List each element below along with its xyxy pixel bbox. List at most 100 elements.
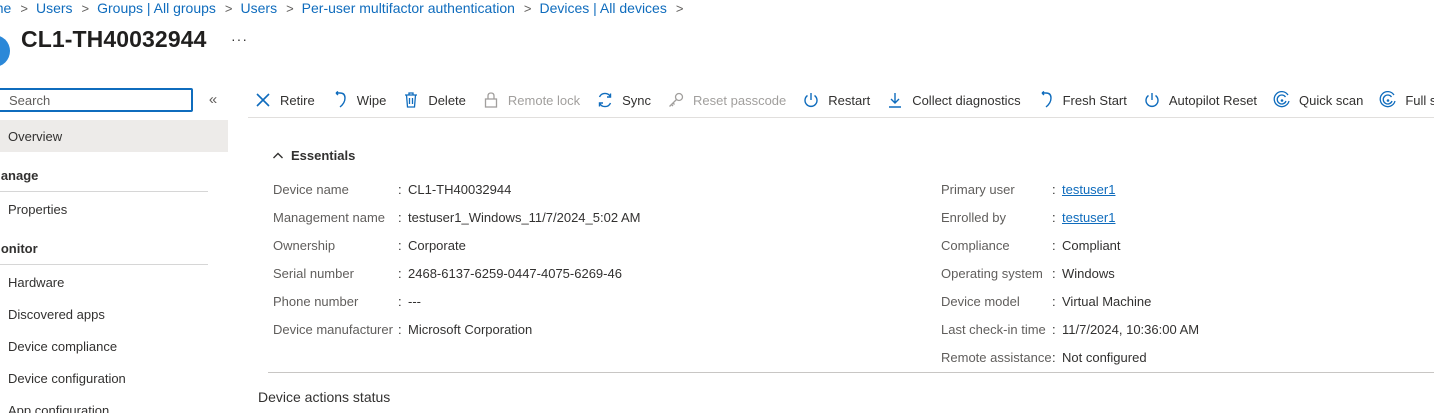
breadcrumb-separator-icon: > [224, 0, 233, 16]
essentials-toggle[interactable]: Essentials [272, 148, 355, 163]
fresh-start-icon [1037, 91, 1055, 109]
download-icon [886, 91, 904, 109]
compliance-label: Compliance [941, 238, 1010, 253]
restart-button[interactable]: Restart [802, 91, 870, 109]
colon-separator: : [398, 182, 402, 197]
primary-user-label: Primary user [941, 182, 1015, 197]
more-options-icon[interactable]: ··· [231, 31, 248, 47]
autopilot-reset-label: Autopilot Reset [1168, 92, 1258, 108]
colon-separator: : [1052, 322, 1056, 337]
retire-label: Retire [280, 92, 315, 108]
search-box[interactable] [0, 88, 193, 112]
fresh-start-button[interactable]: Fresh Start [1037, 91, 1127, 109]
remote-lock-label: Remote lock [507, 92, 581, 108]
colon-separator: : [1052, 350, 1056, 365]
sidebar-item-hardware[interactable]: Hardware [0, 266, 228, 298]
device-name-value: CL1-TH40032944 [408, 182, 512, 197]
reset-passcode-button[interactable]: Reset passcode [667, 91, 786, 109]
sidebar-item-overview[interactable]: Overview [0, 120, 228, 152]
breadcrumb-separator-icon: > [81, 0, 90, 16]
breadcrumb-separator-icon: > [523, 0, 532, 16]
autopilot-reset-button[interactable]: Autopilot Reset [1143, 91, 1257, 109]
management-name-value: testuser1_Windows_11/7/2024_5:02 AM [408, 210, 641, 225]
colon-separator: : [1052, 182, 1056, 197]
colon-separator: : [398, 210, 402, 225]
sync-icon [596, 91, 614, 109]
device-name-label: Device name [273, 182, 349, 197]
sidebar-item-device-configuration[interactable]: Device configuration [0, 362, 228, 394]
search-input[interactable] [0, 90, 191, 110]
serial-number-value: 2468-6137-6259-0447-4075-6269-46 [408, 266, 622, 281]
essentials-label: Essentials [291, 148, 356, 163]
page-title: CL1-TH40032944 [21, 26, 207, 52]
close-icon [254, 91, 272, 109]
operating-system-label: Operating system [941, 266, 1043, 281]
last-check-in-label: Last check-in time [941, 322, 1046, 337]
collect-diagnostics-label: Collect diagnostics [912, 92, 1021, 108]
remote-lock-button[interactable]: Remote lock [482, 91, 580, 109]
command-bar: Retire Wipe Delete Remote lock Sync Rese… [254, 86, 1434, 114]
collect-diagnostics-button[interactable]: Collect diagnostics [886, 91, 1021, 109]
key-icon [667, 91, 685, 109]
breadcrumb-mfa[interactable]: Per-user multifactor authentication [302, 0, 515, 16]
sidebar-item-device-compliance[interactable]: Device compliance [0, 330, 228, 362]
device-overview-page: Home > Users > Groups | All groups > Use… [0, 0, 1434, 413]
trash-icon [402, 91, 420, 109]
primary-user-link[interactable]: testuser1 [1062, 182, 1115, 197]
toolbar-divider [248, 117, 1434, 118]
breadcrumb-users-2[interactable]: Users [241, 0, 278, 16]
ownership-value: Corporate [408, 238, 466, 253]
device-actions-status-heading: Device actions status [258, 389, 391, 405]
collapse-sidebar-icon[interactable]: « [205, 89, 221, 109]
power-icon [1143, 91, 1161, 109]
device-avatar-icon [0, 35, 10, 67]
wipe-button[interactable]: Wipe [331, 91, 387, 109]
remote-assistance-label: Remote assistance [941, 350, 1052, 365]
colon-separator: : [1052, 294, 1056, 309]
quick-scan-button[interactable]: Quick scan [1273, 91, 1363, 109]
compliance-value: Compliant [1062, 238, 1121, 253]
colon-separator: : [398, 294, 402, 309]
breadcrumb-groups[interactable]: Groups | All groups [97, 0, 216, 16]
sidebar-item-app-configuration[interactable]: App configuration [0, 394, 228, 413]
colon-separator: : [398, 266, 402, 281]
sidebar-divider [0, 264, 208, 265]
sync-label: Sync [622, 92, 652, 108]
colon-separator: : [1052, 266, 1056, 281]
delete-label: Delete [428, 92, 466, 108]
lock-icon [482, 91, 500, 109]
breadcrumb-separator-icon: > [286, 0, 294, 16]
operating-system-value: Windows [1062, 266, 1115, 281]
sidebar-item-discovered-apps[interactable]: Discovered apps [0, 298, 228, 330]
ownership-label: Ownership [273, 238, 336, 253]
sidebar-header-manage: Manage [0, 168, 39, 183]
serial-number-label: Serial number [273, 266, 354, 281]
device-model-label: Device model [941, 294, 1020, 309]
last-check-in-value: 11/7/2024, 10:36:00 AM [1062, 322, 1200, 337]
delete-button[interactable]: Delete [402, 91, 466, 109]
sidebar-header-monitor: Monitor [0, 241, 38, 256]
scan-icon [1273, 91, 1291, 109]
breadcrumb-separator-icon: > [20, 0, 28, 16]
sidebar-item-properties[interactable]: Properties [0, 193, 228, 225]
wipe-label: Wipe [356, 92, 387, 108]
sync-button[interactable]: Sync [596, 91, 651, 109]
quick-scan-label: Quick scan [1299, 92, 1364, 108]
phone-number-label: Phone number [273, 294, 359, 309]
breadcrumb-users[interactable]: Users [36, 0, 73, 16]
breadcrumb: Home > Users > Groups | All groups > Use… [0, 0, 691, 17]
essentials-divider [268, 372, 1434, 373]
chevron-up-icon [273, 152, 283, 158]
enrolled-by-link[interactable]: testuser1 [1062, 210, 1115, 225]
full-scan-label: Full scan [1405, 92, 1434, 108]
device-manufacturer-label: Device manufacturer [273, 322, 393, 337]
full-scan-button[interactable]: Full scan [1379, 91, 1434, 109]
device-manufacturer-value: Microsoft Corporation [408, 322, 533, 337]
enrolled-by-label: Enrolled by [941, 210, 1007, 225]
fresh-start-label: Fresh Start [1062, 92, 1127, 108]
breadcrumb-devices[interactable]: Devices | All devices [539, 0, 666, 16]
colon-separator: : [1052, 210, 1056, 225]
breadcrumb-home[interactable]: Home [0, 0, 11, 16]
retire-button[interactable]: Retire [254, 91, 315, 109]
reset-passcode-label: Reset passcode [693, 92, 787, 108]
